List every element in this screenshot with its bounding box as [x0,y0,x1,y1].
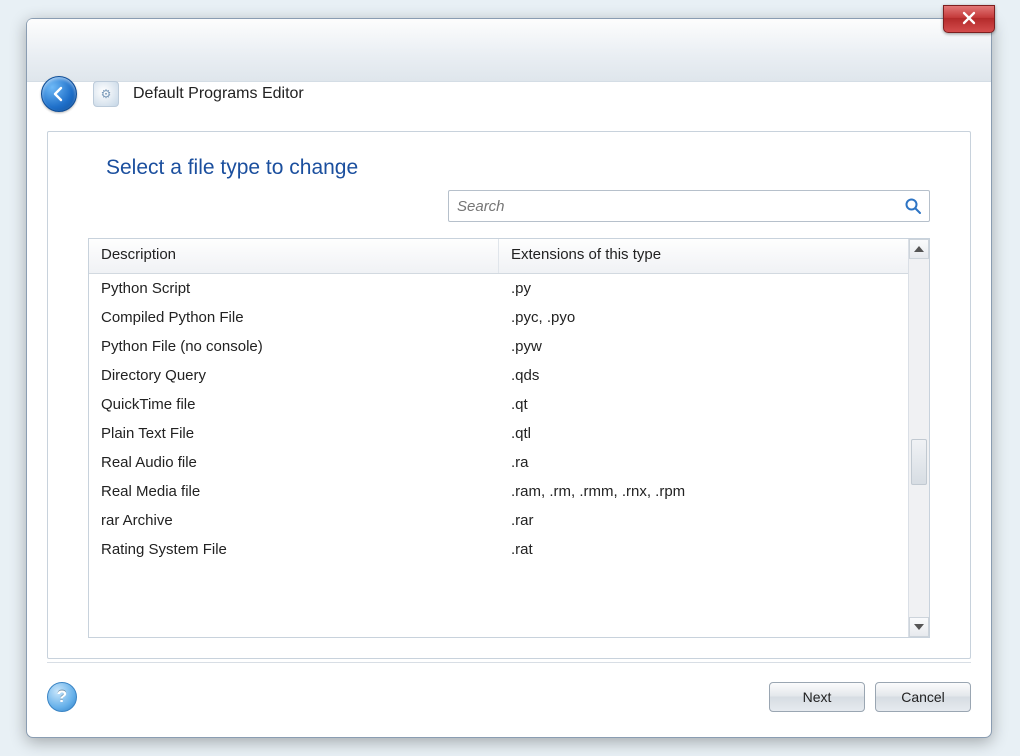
table-header: Description Extensions of this type [89,239,908,274]
cell-extensions: .ra [499,454,908,471]
cancel-button[interactable]: Cancel [875,682,971,712]
cell-description: Plain Text File [89,425,499,442]
scroll-down-button[interactable] [909,617,929,637]
table-row[interactable]: rar Archive.rar [89,506,908,535]
table-row[interactable]: Python File (no console).pyw [89,332,908,361]
table-row[interactable]: Real Media file.ram, .rm, .rmm, .rnx, .r… [89,477,908,506]
cell-description: Real Audio file [89,454,499,471]
search-input[interactable] [449,191,897,221]
cell-extensions: .qds [499,367,908,384]
button-bar: ? Next Cancel [47,662,971,715]
cell-extensions: .rar [499,512,908,529]
chevron-up-icon [914,246,924,252]
table-rows: Python Script.pyCompiled Python File.pyc… [89,274,908,637]
dialog-window: ⚙ Default Programs Editor Select a file … [26,18,992,738]
page-heading: Select a file type to change [106,156,358,180]
file-type-table: Description Extensions of this type Pyth… [88,238,930,638]
cell-extensions: .pyw [499,338,908,355]
cell-description: QuickTime file [89,396,499,413]
cell-description: Python File (no console) [89,338,499,355]
app-icon: ⚙ [93,81,119,107]
column-header-description[interactable]: Description [89,239,499,273]
vertical-scrollbar[interactable] [908,239,929,637]
table-row[interactable]: QuickTime file.qt [89,390,908,419]
cell-description: rar Archive [89,512,499,529]
scroll-up-button[interactable] [909,239,929,259]
search-icon[interactable] [897,191,929,221]
cell-extensions: .rat [499,541,908,558]
table-row[interactable]: Rating System File.rat [89,535,908,564]
search-box [448,190,930,222]
cell-description: Real Media file [89,483,499,500]
back-button[interactable] [41,76,77,112]
cell-extensions: .pyc, .pyo [499,309,908,326]
cell-description: Compiled Python File [89,309,499,326]
nav-area: ⚙ Default Programs Editor [41,73,304,115]
cell-description: Rating System File [89,541,499,558]
back-arrow-icon [50,85,68,103]
table-row[interactable]: Directory Query.qds [89,361,908,390]
cell-description: Python Script [89,280,499,297]
cell-extensions: .qtl [499,425,908,442]
scroll-thumb[interactable] [911,439,927,485]
main-panel: Select a file type to change Description… [47,131,971,659]
cell-description: Directory Query [89,367,499,384]
cell-extensions: .py [499,280,908,297]
table-row[interactable]: Real Audio file.ra [89,448,908,477]
cell-extensions: .ram, .rm, .rmm, .rnx, .rpm [499,483,908,500]
chevron-down-icon [914,624,924,630]
close-icon [962,11,976,25]
close-button[interactable] [943,5,995,33]
help-button[interactable]: ? [47,682,77,712]
app-title: Default Programs Editor [133,85,304,103]
column-header-extensions[interactable]: Extensions of this type [499,239,908,273]
next-button[interactable]: Next [769,682,865,712]
help-icon: ? [57,687,67,707]
table-row[interactable]: Python Script.py [89,274,908,303]
cell-extensions: .qt [499,396,908,413]
table-row[interactable]: Plain Text File.qtl [89,419,908,448]
table-row[interactable]: Compiled Python File.pyc, .pyo [89,303,908,332]
